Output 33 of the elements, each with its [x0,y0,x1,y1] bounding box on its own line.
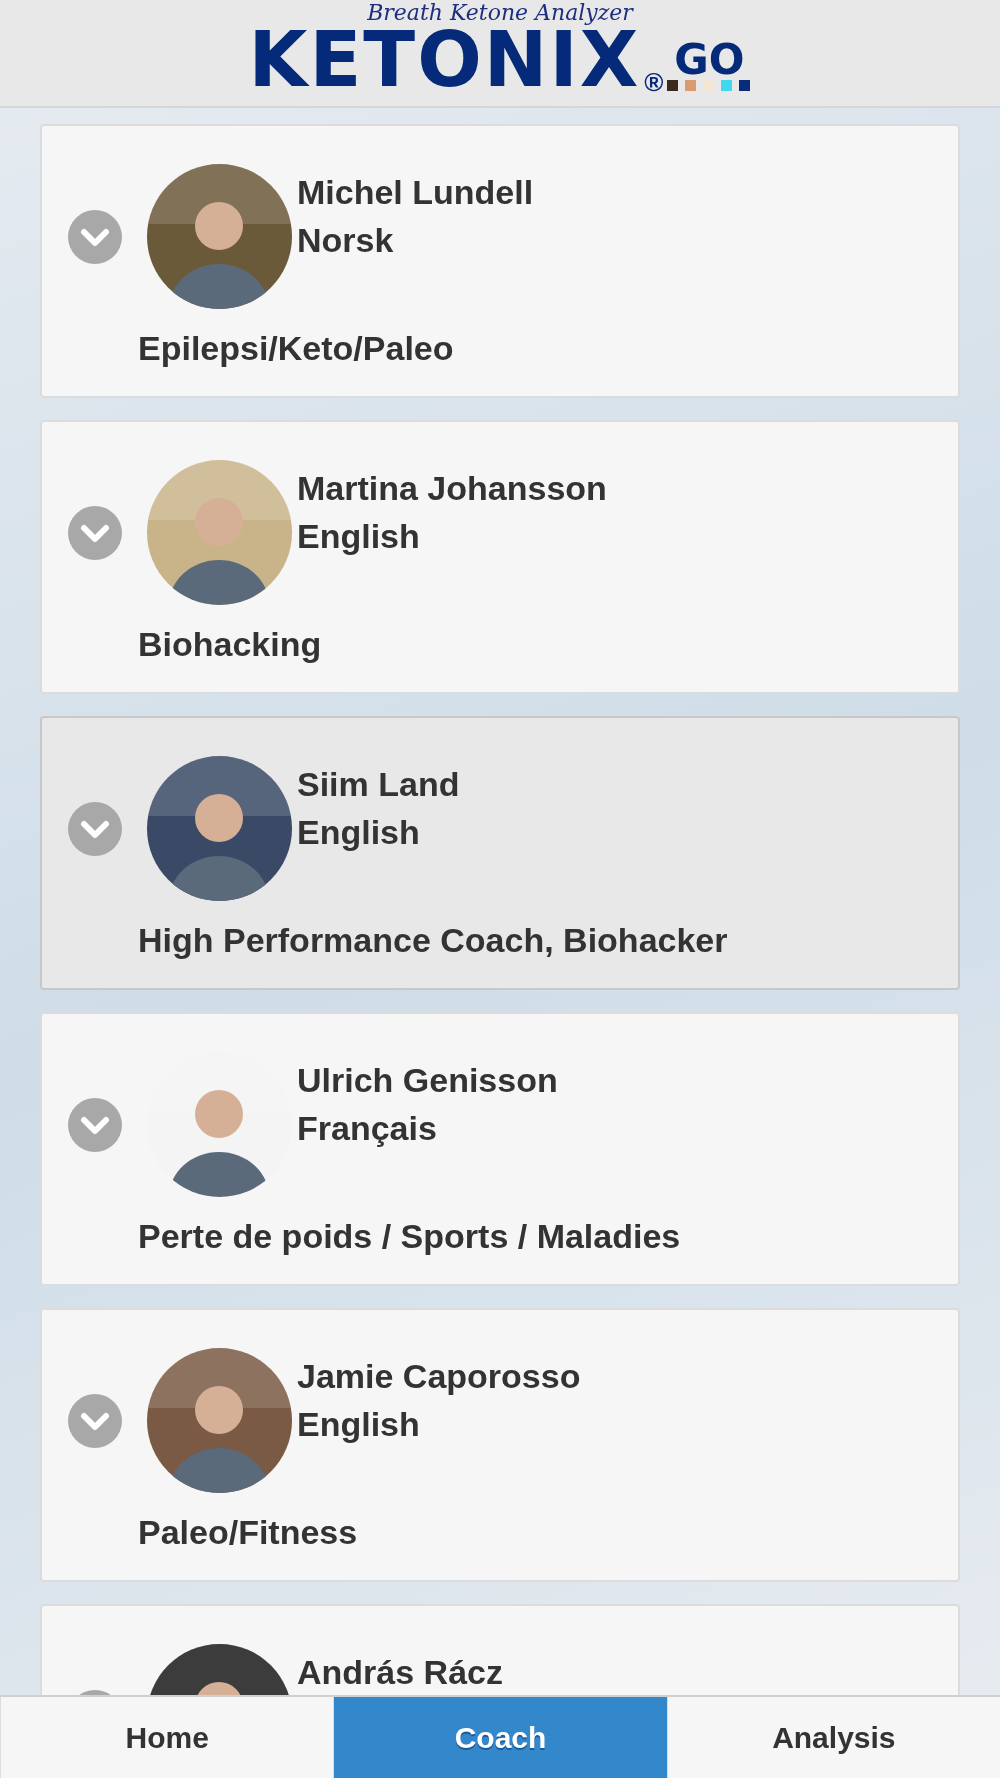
logo-suffix: GO [674,40,745,80]
chevron-down-icon[interactable] [67,505,122,560]
coach-name: Jamie Caporosso [297,1356,582,1397]
chevron-down-icon[interactable] [67,209,122,264]
coach-language: English [297,1404,421,1445]
nav-tab[interactable]: Coach [333,1697,667,1778]
brand-logo: KETONIX [248,24,641,96]
coach-language: Français [297,1108,438,1149]
coach-specialty: Paleo/Fitness [138,1513,359,1553]
coach-language: English [297,812,421,853]
coach-name: Michel Lundell [297,172,535,213]
coach-specialty: Biohacking [138,625,323,665]
coach-card[interactable]: Jamie Caporosso English Paleo/Fitness [40,1308,960,1582]
color-squares-icon [667,80,752,92]
coach-card[interactable]: Michel Lundell Norsk Epilepsi/Keto/Paleo [40,124,960,398]
tagline: Breath Ketone Analyzer [367,0,633,26]
chevron-down-icon[interactable] [67,1097,122,1152]
coach-language: Norsk [297,220,395,261]
coach-name: András Rácz [297,1652,504,1693]
coach-card[interactable]: Ulrich Genisson Français Perte de poids / Sports / Maladies [40,1012,960,1286]
coach-card[interactable]: András Rácz [40,1604,960,1695]
chevron-down-icon[interactable] [67,1393,122,1448]
coach-specialty: Perte de poids / Sports / Maladies [138,1217,682,1257]
coach-card[interactable]: Siim Land English High Performance Coach, Biohacker [40,716,960,990]
coach-name: Siim Land [297,764,461,805]
chevron-down-icon[interactable] [67,801,122,856]
coach-name: Ulrich Genisson [297,1060,559,1101]
coach-specialty: Epilepsi/Keto/Paleo [138,329,455,369]
registered-mark: ® [644,68,664,96]
coach-card[interactable]: Martina Johansson English Biohacking [40,420,960,694]
coach-specialty: High Performance Coach, Biohacker [138,921,729,961]
coach-language: English [297,516,421,557]
coach-name: Martina Johansson [297,468,608,509]
